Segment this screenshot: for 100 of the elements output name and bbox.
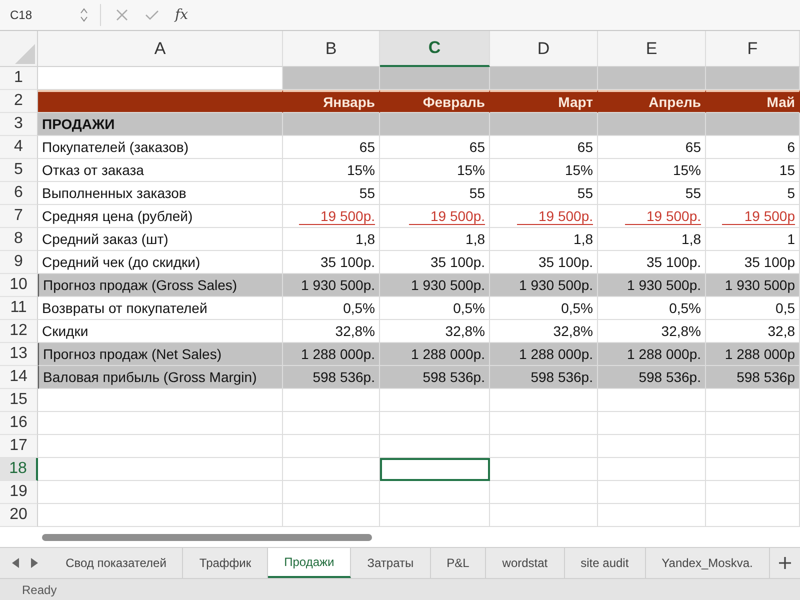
table-cell: 0,5% [598, 297, 706, 320]
table-cell: 598 536р. [380, 366, 490, 389]
row-header[interactable]: 14 [0, 366, 38, 389]
table-cell: 1 930 500р. [490, 274, 598, 297]
table-cell: 6 [706, 136, 800, 159]
row-header[interactable]: 19 [0, 481, 38, 504]
table-cell: 35 100р. [380, 251, 490, 274]
table-cell: 32,8% [380, 320, 490, 343]
table-cell: 15% [380, 159, 490, 182]
row-header[interactable]: 10 [0, 274, 38, 297]
table-cell: 1 930 500р. [598, 274, 706, 297]
table-cell: Отказ от заказа [38, 159, 283, 182]
row-header[interactable]: 15 [0, 389, 38, 412]
column-header[interactable]: A [38, 31, 283, 67]
table-cell: Прогноз продаж (Net Sales) [38, 343, 283, 366]
row-header[interactable]: 1 [0, 67, 38, 90]
table-cell: 1,8 [490, 228, 598, 251]
table-cell: 15 [706, 159, 800, 182]
column-header[interactable]: D [490, 31, 598, 67]
table-cell: Скидки [38, 320, 283, 343]
table-cell: 598 536р. [283, 366, 380, 389]
table-cell: Январь [283, 90, 380, 113]
row-header[interactable]: 8 [0, 228, 38, 251]
table-cell: 1 288 000р. [380, 343, 490, 366]
table-cell: 65 [598, 136, 706, 159]
row-header[interactable]: 2 [0, 90, 38, 113]
table-cell: 5 [706, 182, 800, 205]
table-cell: 598 536р [706, 366, 800, 389]
table-cell: 0,5% [283, 297, 380, 320]
scroll-left-icon[interactable] [12, 558, 20, 568]
row-header[interactable]: 7 [0, 205, 38, 228]
horizontal-scrollbar[interactable] [42, 534, 372, 540]
table-cell: 32,8% [283, 320, 380, 343]
status-text: Ready [0, 578, 800, 600]
table-cell: 1 [706, 228, 800, 251]
table-cell: 15% [598, 159, 706, 182]
column-header[interactable]: B [283, 31, 380, 67]
table-cell: 19 500р. [598, 205, 706, 228]
plus-icon [778, 557, 791, 569]
table-cell: 1,8 [598, 228, 706, 251]
table-cell: Возвраты от покупателей [38, 297, 283, 320]
row-header[interactable]: 12 [0, 320, 38, 343]
table-cell: Средний чек (до скидки) [38, 251, 283, 274]
table-cell: 19 500р [706, 205, 800, 228]
row-header[interactable]: 18 [0, 458, 38, 481]
table-cell: 1 288 000р [706, 343, 800, 366]
selected-cell[interactable] [380, 458, 490, 481]
table-cell: 19 500р. [283, 205, 380, 228]
row-header[interactable]: 4 [0, 136, 38, 159]
table-cell: Апрель [598, 90, 706, 113]
column-header[interactable]: F [706, 31, 800, 67]
table-cell: 1,8 [283, 228, 380, 251]
table-cell: 35 100р [706, 251, 800, 274]
row-header[interactable]: 17 [0, 435, 38, 458]
row-header[interactable]: 20 [0, 504, 38, 527]
close-icon[interactable] [115, 8, 129, 22]
table-cell: 19 500р. [490, 205, 598, 228]
table-cell: 598 536р. [598, 366, 706, 389]
row-header[interactable]: 6 [0, 182, 38, 205]
table-cell: Покупателей (заказов) [38, 136, 283, 159]
table-cell: 1 288 000р. [598, 343, 706, 366]
row-header[interactable]: 5 [0, 159, 38, 182]
table-cell: 35 100р. [283, 251, 380, 274]
table-cell: 65 [490, 136, 598, 159]
checkmark-icon[interactable] [145, 8, 159, 22]
row-header[interactable]: 9 [0, 251, 38, 274]
table-cell: 32,8 [706, 320, 800, 343]
sheet-tab[interactable]: Продажи [268, 548, 352, 578]
table-cell: 35 100р. [490, 251, 598, 274]
table-cell: Март [490, 90, 598, 113]
table-cell: 65 [380, 136, 490, 159]
table-cell: 1 930 500р [706, 274, 800, 297]
table-cell: 32,8% [598, 320, 706, 343]
column-header[interactable]: E [598, 31, 706, 67]
row-header[interactable]: 11 [0, 297, 38, 320]
table-cell: 35 100р. [598, 251, 706, 274]
table-cell: 1 930 500р. [283, 274, 380, 297]
name-box[interactable]: C18 [0, 8, 80, 22]
table-cell: 1 288 000р. [490, 343, 598, 366]
row-header[interactable]: 16 [0, 412, 38, 435]
table-cell: Прогноз продаж (Gross Sales) [38, 274, 283, 297]
table-cell: Февраль [380, 90, 490, 113]
stepper-icon[interactable] [80, 8, 88, 22]
column-header[interactable]: C [380, 31, 490, 67]
function-button[interactable]: fx [175, 7, 188, 23]
table-cell: ПРОДАЖИ [38, 113, 283, 136]
table-cell: 55 [598, 182, 706, 205]
table-cell: 15% [490, 159, 598, 182]
table-cell: 55 [380, 182, 490, 205]
scroll-right-icon[interactable] [30, 558, 38, 568]
table-cell: 0,5 [706, 297, 800, 320]
table-cell: 1 930 500р. [380, 274, 490, 297]
table-cell: 0,5% [380, 297, 490, 320]
table-cell: 65 [283, 136, 380, 159]
table-cell: Средняя цена (рублей) [38, 205, 283, 228]
table-cell: 15% [283, 159, 380, 182]
row-header[interactable]: 13 [0, 343, 38, 366]
table-cell: 55 [490, 182, 598, 205]
table-cell: 32,8% [490, 320, 598, 343]
row-header[interactable]: 3 [0, 113, 38, 136]
